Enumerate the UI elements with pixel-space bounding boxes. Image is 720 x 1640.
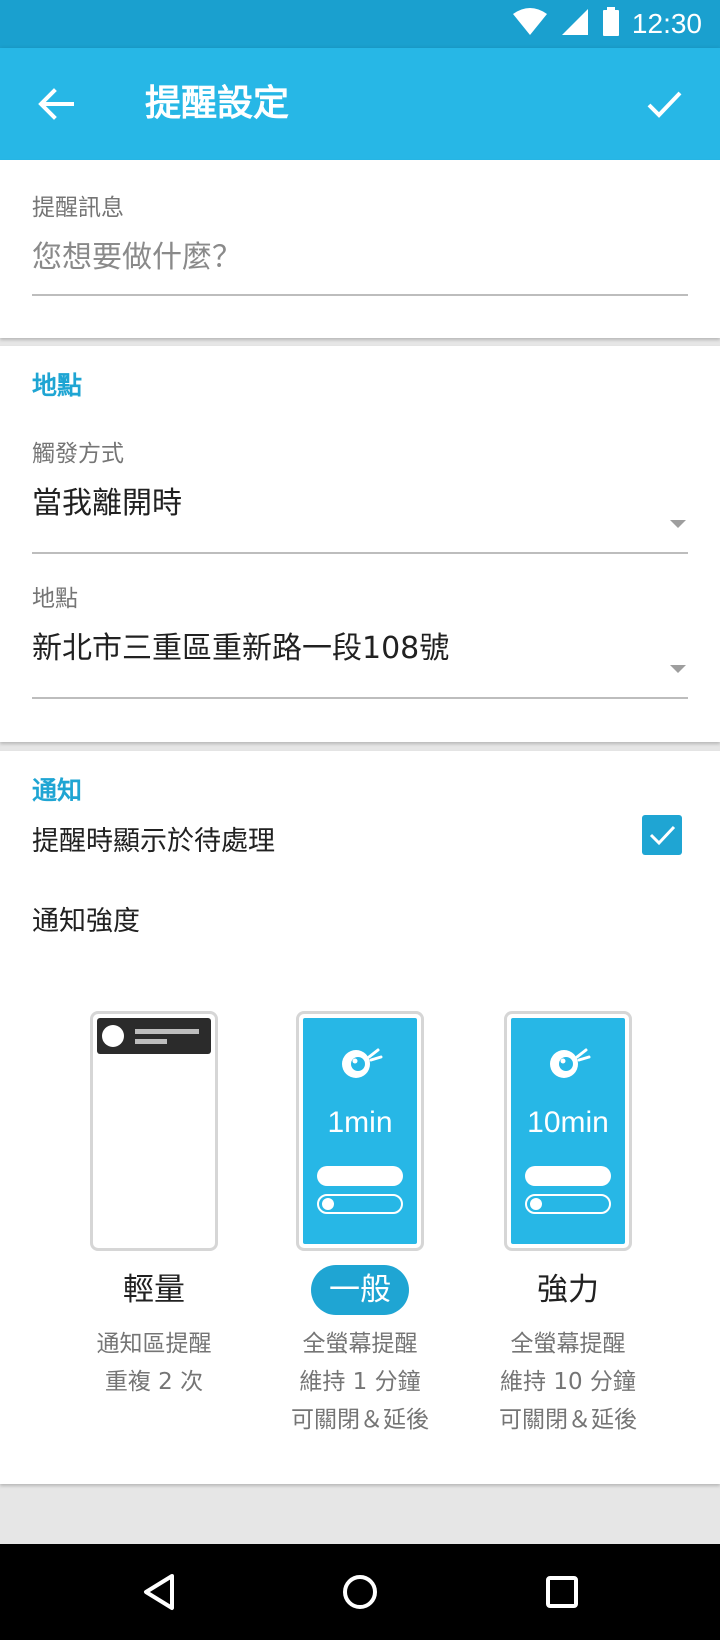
location-section-title: 地點 <box>32 371 83 400</box>
show-in-todo-label: 提醒時顯示於待處理 <box>32 826 275 857</box>
notify-section-title: 通知 <box>32 776 83 805</box>
app-bar: 提醒設定 <box>0 48 720 160</box>
battery-icon <box>602 7 620 41</box>
notify-card: 通知 提醒時顯示於待處理 通知強度 輕量 通知區提醒 重複 2 次 1min 一… <box>0 751 720 1484</box>
duration-label: 10min <box>527 1106 609 1139</box>
back-triangle-icon <box>144 1574 174 1610</box>
check-icon <box>647 91 682 118</box>
message-label: 提醒訊息 <box>32 195 124 221</box>
signal-icon <box>560 8 590 40</box>
wifi-icon <box>512 8 548 40</box>
owl-eye-icon <box>342 1048 383 1078</box>
message-card: 提醒訊息 您想要做什麼？ <box>0 160 720 338</box>
intensity-option-name: 一般 <box>311 1265 409 1315</box>
recents-square-icon <box>546 1576 578 1608</box>
status-bar: 12:30 <box>0 0 720 48</box>
back-button[interactable] <box>28 76 84 132</box>
intensity-option-strong[interactable]: 10min 強力 全螢幕提醒 維持 10 分鐘 可關閉＆延後 <box>468 1011 668 1439</box>
intensity-option-light[interactable]: 輕量 通知區提醒 重複 2 次 <box>54 1011 254 1401</box>
phone-preview-light <box>90 1011 218 1251</box>
nav-recents-button[interactable] <box>534 1564 590 1620</box>
trigger-dropdown-icon[interactable] <box>670 520 686 528</box>
intensity-option-normal[interactable]: 1min 一般 全螢幕提醒 維持 1 分鐘 可關閉＆延後 <box>260 1011 460 1439</box>
location-card: 地點 觸發方式 當我離開時 地點 新北市三重區重新路一段108號 <box>0 346 720 742</box>
check-icon <box>649 825 676 846</box>
phone-preview-normal: 1min <box>296 1011 424 1251</box>
trigger-select[interactable]: 當我離開時 <box>32 478 656 522</box>
page-title: 提醒設定 <box>145 83 290 124</box>
intensity-option-name: 輕量 <box>123 1272 185 1308</box>
confirm-button[interactable] <box>636 76 692 132</box>
duration-label: 1min <box>327 1106 393 1139</box>
intensity-option-name: 強力 <box>537 1272 599 1308</box>
trigger-underline <box>32 552 688 554</box>
system-nav-bar <box>0 1544 720 1640</box>
status-time: 12:30 <box>631 8 702 39</box>
owl-eye-icon <box>550 1048 591 1078</box>
message-input[interactable]: 您想要做什麼？ <box>32 232 656 276</box>
message-underline <box>32 294 688 296</box>
nav-back-button[interactable] <box>132 1564 188 1620</box>
arrow-left-icon <box>38 88 74 120</box>
place-select[interactable]: 新北市三重區重新路一段108號 <box>32 623 656 667</box>
place-label: 地點 <box>32 586 78 612</box>
intensity-label: 通知強度 <box>32 906 140 937</box>
home-circle-icon <box>343 1575 377 1609</box>
trigger-label: 觸發方式 <box>32 441 124 467</box>
phone-preview-strong: 10min <box>504 1011 632 1251</box>
nav-home-button[interactable] <box>332 1564 388 1620</box>
intensity-option-desc: 全螢幕提醒 維持 1 分鐘 可關閉＆延後 <box>291 1331 429 1433</box>
show-in-todo-checkbox[interactable] <box>642 815 682 855</box>
place-underline <box>32 697 688 699</box>
place-dropdown-icon[interactable] <box>670 665 686 673</box>
notification-bar-icon <box>97 1018 211 1054</box>
intensity-option-desc: 通知區提醒 重複 2 次 <box>96 1331 212 1395</box>
intensity-option-desc: 全螢幕提醒 維持 10 分鐘 可關閉＆延後 <box>499 1331 637 1433</box>
